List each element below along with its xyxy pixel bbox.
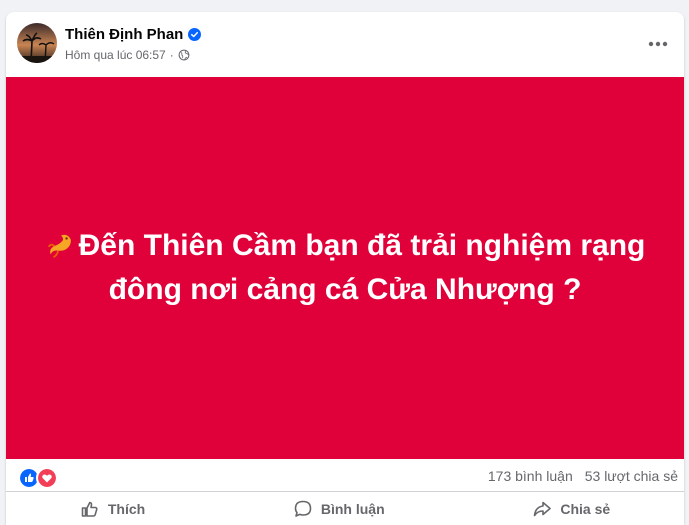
- comment-count[interactable]: 173 bình luận: [488, 468, 573, 484]
- share-count[interactable]: 53 lượt chia sẻ: [585, 468, 678, 484]
- avatar[interactable]: [17, 23, 57, 63]
- post-actions: Thích Bình luận Chia sẻ: [6, 492, 684, 525]
- post-media[interactable]: Đến Thiên Cầm bạn đã trải nghiệm rạng đô…: [6, 77, 684, 459]
- verified-badge-icon: [188, 28, 202, 41]
- comment-label: Bình luận: [320, 500, 385, 517]
- post-header: Thiên Định Phan Hôm qua lúc 06:57 ·: [6, 12, 684, 76]
- reaction-summary[interactable]: [18, 467, 58, 489]
- dragon-emoji-icon: [47, 234, 71, 259]
- share-arrow-icon: [534, 501, 552, 516]
- post-stats: 173 bình luận 53 lượt chia sẻ: [6, 459, 684, 492]
- post-timestamp[interactable]: Hôm qua lúc 06:57: [65, 48, 166, 62]
- comment-icon: [294, 500, 312, 517]
- thumbs-up-icon: [81, 501, 98, 517]
- post-card: Thiên Định Phan Hôm qua lúc 06:57 · Đến …: [6, 12, 684, 525]
- like-label: Thích: [107, 500, 146, 517]
- globe-icon: [178, 49, 190, 61]
- author-name-text[interactable]: Thiên Định Phan: [65, 26, 183, 43]
- comment-button[interactable]: Bình luận: [279, 495, 399, 523]
- media-text-block: Đến Thiên Cầm bạn đã trải nghiệm rạng đô…: [25, 224, 665, 312]
- more-options-icon[interactable]: [646, 32, 670, 56]
- media-text: Đến Thiên Cầm bạn đã trải nghiệm rạng đô…: [78, 229, 646, 306]
- meta-separator: ·: [169, 48, 174, 62]
- post-meta: Hôm qua lúc 06:57 ·: [65, 48, 190, 62]
- author-name[interactable]: Thiên Định Phan: [65, 26, 202, 43]
- like-button[interactable]: Thích: [66, 495, 159, 523]
- share-label: Chia sẻ: [560, 500, 611, 517]
- share-button[interactable]: Chia sẻ: [518, 495, 624, 523]
- love-reaction-icon: [36, 467, 58, 489]
- engagement-counts: 173 bình luận 53 lượt chia sẻ: [488, 468, 678, 484]
